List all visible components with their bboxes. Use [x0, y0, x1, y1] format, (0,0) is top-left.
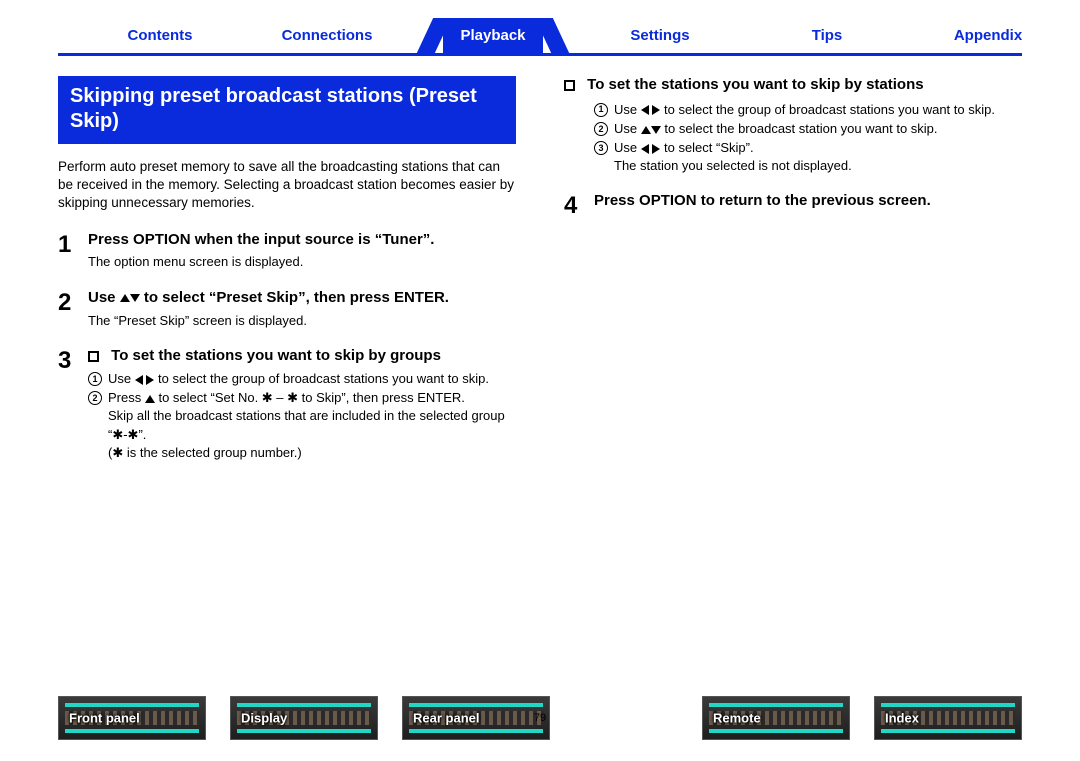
up-arrow-icon — [641, 126, 651, 134]
top-tabs: Contents Connections Playback Settings T… — [58, 18, 1022, 56]
thumb-display[interactable]: Display — [230, 696, 378, 740]
group-heading: To set the stations you want to skip by … — [564, 76, 1022, 95]
step-subtext: The “Preset Skip” screen is displayed. — [88, 312, 516, 330]
left-arrow-icon — [641, 105, 649, 115]
tab-contents[interactable]: Contents — [110, 18, 210, 53]
step-number: 4 — [564, 192, 594, 218]
step-3: 3 To set the stations you want to skip b… — [58, 347, 516, 463]
text: to select the group of broadcast station… — [158, 371, 489, 386]
text: To set the stations you want to skip by … — [111, 347, 441, 364]
page-number: 79 — [534, 712, 546, 724]
text: to select the group of broadcast station… — [664, 102, 995, 117]
right-arrow-icon — [146, 375, 154, 385]
circled-number-icon: 2 — [594, 122, 608, 136]
tab-appendix[interactable]: Appendix — [938, 18, 1038, 53]
square-bullet-icon — [88, 351, 99, 362]
step-4: 4 Press OPTION to return to the previous… — [564, 192, 1022, 218]
substep: 3 Use to select “Skip”. The station you … — [594, 139, 1022, 175]
text: Use — [614, 140, 641, 155]
substep: 1 Use to select the group of broadcast s… — [88, 370, 516, 388]
step-heading: Press OPTION when the input source is “T… — [88, 231, 516, 250]
left-arrow-icon — [641, 144, 649, 154]
step-subtext: The option menu screen is displayed. — [88, 253, 516, 271]
left-arrow-icon — [135, 375, 143, 385]
section-title: Skipping preset broadcast stations (Pres… — [58, 76, 516, 144]
text: Use — [614, 102, 641, 117]
text: to select “Set No. ✱ – ✱ to Skip”, then … — [158, 390, 464, 405]
thumb-label: Rear panel — [413, 711, 479, 726]
square-bullet-icon — [564, 80, 575, 91]
down-arrow-icon — [130, 294, 140, 302]
substep: 2 Use to select the broadcast station yo… — [594, 120, 1022, 138]
text: The station you selected is not displaye… — [614, 158, 852, 173]
step-number: 1 — [58, 231, 88, 257]
text: Skip all the broadcast stations that are… — [108, 408, 505, 441]
text: Use — [614, 121, 641, 136]
circled-number-icon: 3 — [594, 141, 608, 155]
thumb-front-panel[interactable]: Front panel — [58, 696, 206, 740]
step-heading: To set the stations you want to skip by … — [88, 347, 516, 366]
circled-number-icon: 1 — [594, 103, 608, 117]
text: Use — [108, 371, 135, 386]
thumb-label: Display — [241, 711, 287, 726]
right-arrow-icon — [652, 144, 660, 154]
right-column: To set the stations you want to skip by … — [564, 76, 1022, 479]
tab-connections[interactable]: Connections — [272, 18, 382, 53]
tab-playback[interactable]: Playback — [443, 18, 543, 53]
tab-tips[interactable]: Tips — [777, 18, 877, 53]
intro-text: Perform auto preset memory to save all t… — [58, 158, 516, 213]
right-arrow-icon — [652, 105, 660, 115]
text: Press — [108, 390, 145, 405]
step-number: 3 — [58, 347, 88, 373]
step-1: 1 Press OPTION when the input source is … — [58, 231, 516, 273]
thumb-index[interactable]: Index — [874, 696, 1022, 740]
thumb-label: Remote — [713, 711, 761, 726]
step-heading: Use to select “Preset Skip”, then press … — [88, 289, 516, 308]
step-heading: Press OPTION to return to the previous s… — [594, 192, 1022, 211]
substep: 1 Use to select the group of broadcast s… — [594, 101, 1022, 119]
text: Use — [88, 289, 120, 306]
thumb-label: Index — [885, 711, 919, 726]
step-number: 2 — [58, 289, 88, 315]
thumb-label: Front panel — [69, 711, 140, 726]
text: to select “Skip”. — [664, 140, 754, 155]
text: to select “Preset Skip”, then press ENTE… — [144, 289, 449, 306]
substep: 2 Press to select “Set No. ✱ – ✱ to Skip… — [88, 389, 516, 462]
up-arrow-icon — [145, 395, 155, 403]
text: To set the stations you want to skip by … — [587, 76, 923, 93]
circled-number-icon: 1 — [88, 372, 102, 386]
thumb-remote[interactable]: Remote — [702, 696, 850, 740]
tab-settings[interactable]: Settings — [610, 18, 710, 53]
thumb-rear-panel[interactable]: Rear panel — [402, 696, 550, 740]
down-arrow-icon — [651, 126, 661, 134]
left-column: Skipping preset broadcast stations (Pres… — [58, 76, 516, 479]
page-footer: Front panel Display Rear panel 79 Remote… — [58, 695, 1022, 741]
up-arrow-icon — [120, 294, 130, 302]
circled-number-icon: 2 — [88, 391, 102, 405]
step-2: 2 Use to select “Preset Skip”, then pres… — [58, 289, 516, 331]
text: to select the broadcast station you want… — [664, 121, 937, 136]
text: (✱ is the selected group number.) — [108, 445, 302, 460]
